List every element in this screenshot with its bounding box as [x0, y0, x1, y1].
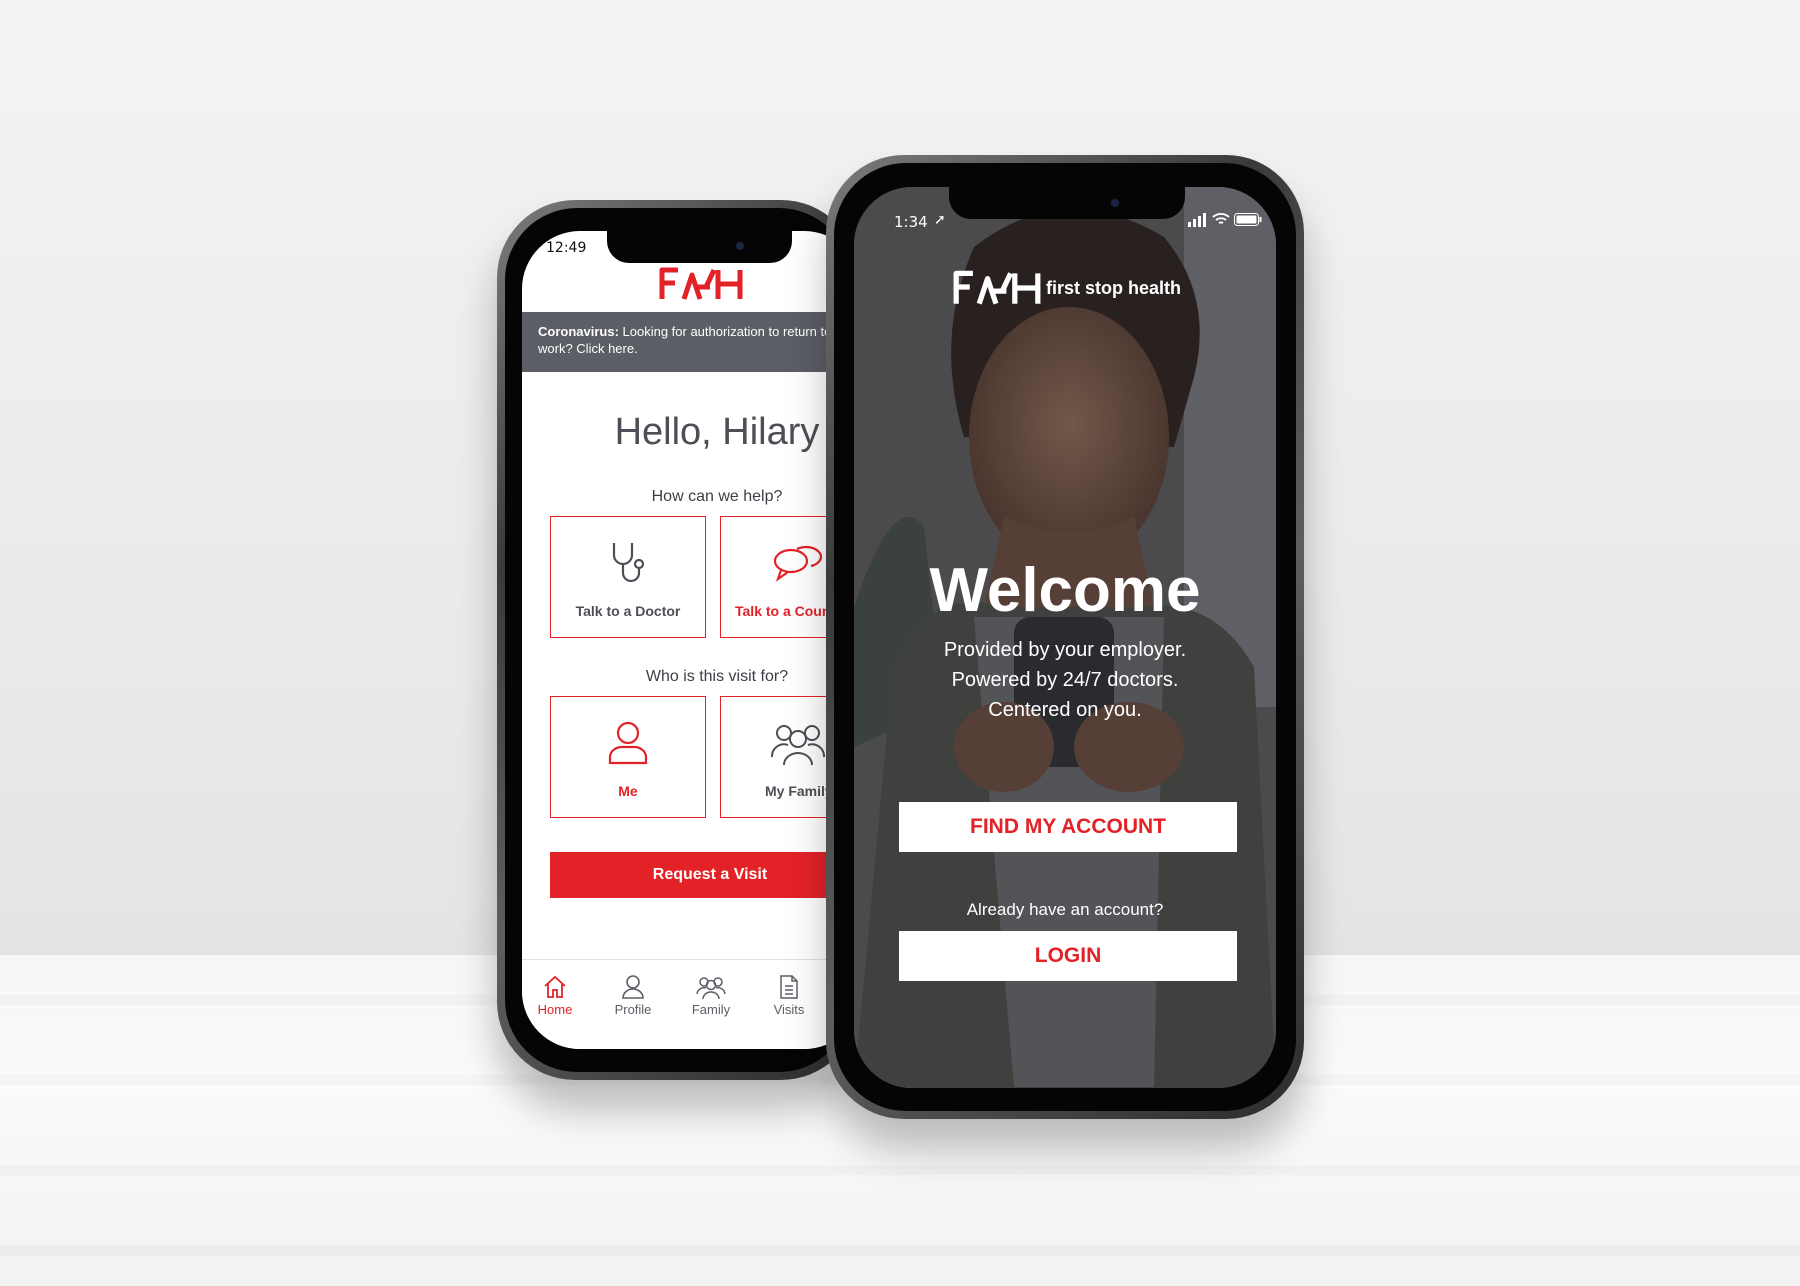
front-phone-screen: 1:34 ➚ first stop health Welcome Provide…	[854, 187, 1276, 1088]
already-have-account-text: Already have an account?	[966, 900, 1164, 919]
camera-notch	[607, 231, 792, 263]
tab-label: Family	[691, 1002, 731, 1017]
tab-visits[interactable]: Visits	[750, 972, 828, 1017]
front-phone: 1:34 ➚ first stop health Welcome Provide…	[826, 155, 1304, 1119]
welcome-title: Welcome	[929, 556, 1201, 625]
tagline-line: Centered on you.	[988, 699, 1142, 721]
request-visit-button[interactable]: Request a Visit	[550, 852, 862, 898]
wifi-icon	[1212, 212, 1230, 231]
visit-for-me-tile[interactable]: Me	[550, 696, 706, 818]
tagline-line: Powered by 24/7 doctors.	[951, 669, 1179, 691]
location-arrow-icon: ➚	[934, 211, 946, 227]
family-icon	[672, 972, 750, 1002]
visit-prompt: Who is this visit for?	[645, 668, 789, 685]
help-prompt: How can we help?	[651, 488, 783, 505]
fsh-logo	[658, 267, 744, 301]
login-button[interactable]: LOGIN	[899, 931, 1237, 981]
status-time: 1:34	[894, 213, 928, 231]
document-icon	[750, 972, 828, 1002]
stethoscope-icon	[551, 539, 705, 587]
tab-label: Profile	[614, 1002, 652, 1017]
coronavirus-alert-banner[interactable]: Coronavirus: Looking for authorization t…	[522, 312, 862, 372]
tile-label: Me	[618, 783, 638, 799]
brand-text: first stop health	[1046, 278, 1182, 298]
tab-family[interactable]: Family	[672, 972, 750, 1017]
profile-icon	[594, 972, 672, 1002]
battery-icon	[1234, 213, 1262, 231]
home-icon	[522, 972, 594, 1002]
first-stop-health-logo: first stop health	[952, 269, 1181, 307]
tab-profile[interactable]: Profile	[594, 972, 672, 1017]
tab-home[interactable]: Home	[522, 972, 594, 1017]
tagline-line: Provided by your employer.	[943, 639, 1187, 661]
greeting-title: Hello, Hilary	[614, 411, 820, 453]
tab-label: Visits	[773, 1002, 805, 1017]
back-phone-screen: 12:49 Coronavirus: Looking for authoriza…	[522, 231, 862, 1049]
back-phone: 12:49 Coronavirus: Looking for authoriza…	[497, 200, 862, 1080]
status-time: 12:49	[546, 240, 587, 256]
find-my-account-button[interactable]: FIND MY ACCOUNT	[899, 802, 1237, 852]
signal-icon	[1188, 213, 1208, 232]
tile-label: Talk to a Doctor	[575, 603, 681, 619]
tab-label: Home	[537, 1002, 573, 1017]
talk-to-doctor-tile[interactable]: Talk to a Doctor	[550, 516, 706, 638]
alert-bold: Coronavirus:	[538, 324, 619, 339]
bottom-tab-bar: Home Profile Family Visits	[522, 959, 862, 1049]
camera-notch	[949, 187, 1185, 219]
person-icon	[551, 719, 705, 767]
